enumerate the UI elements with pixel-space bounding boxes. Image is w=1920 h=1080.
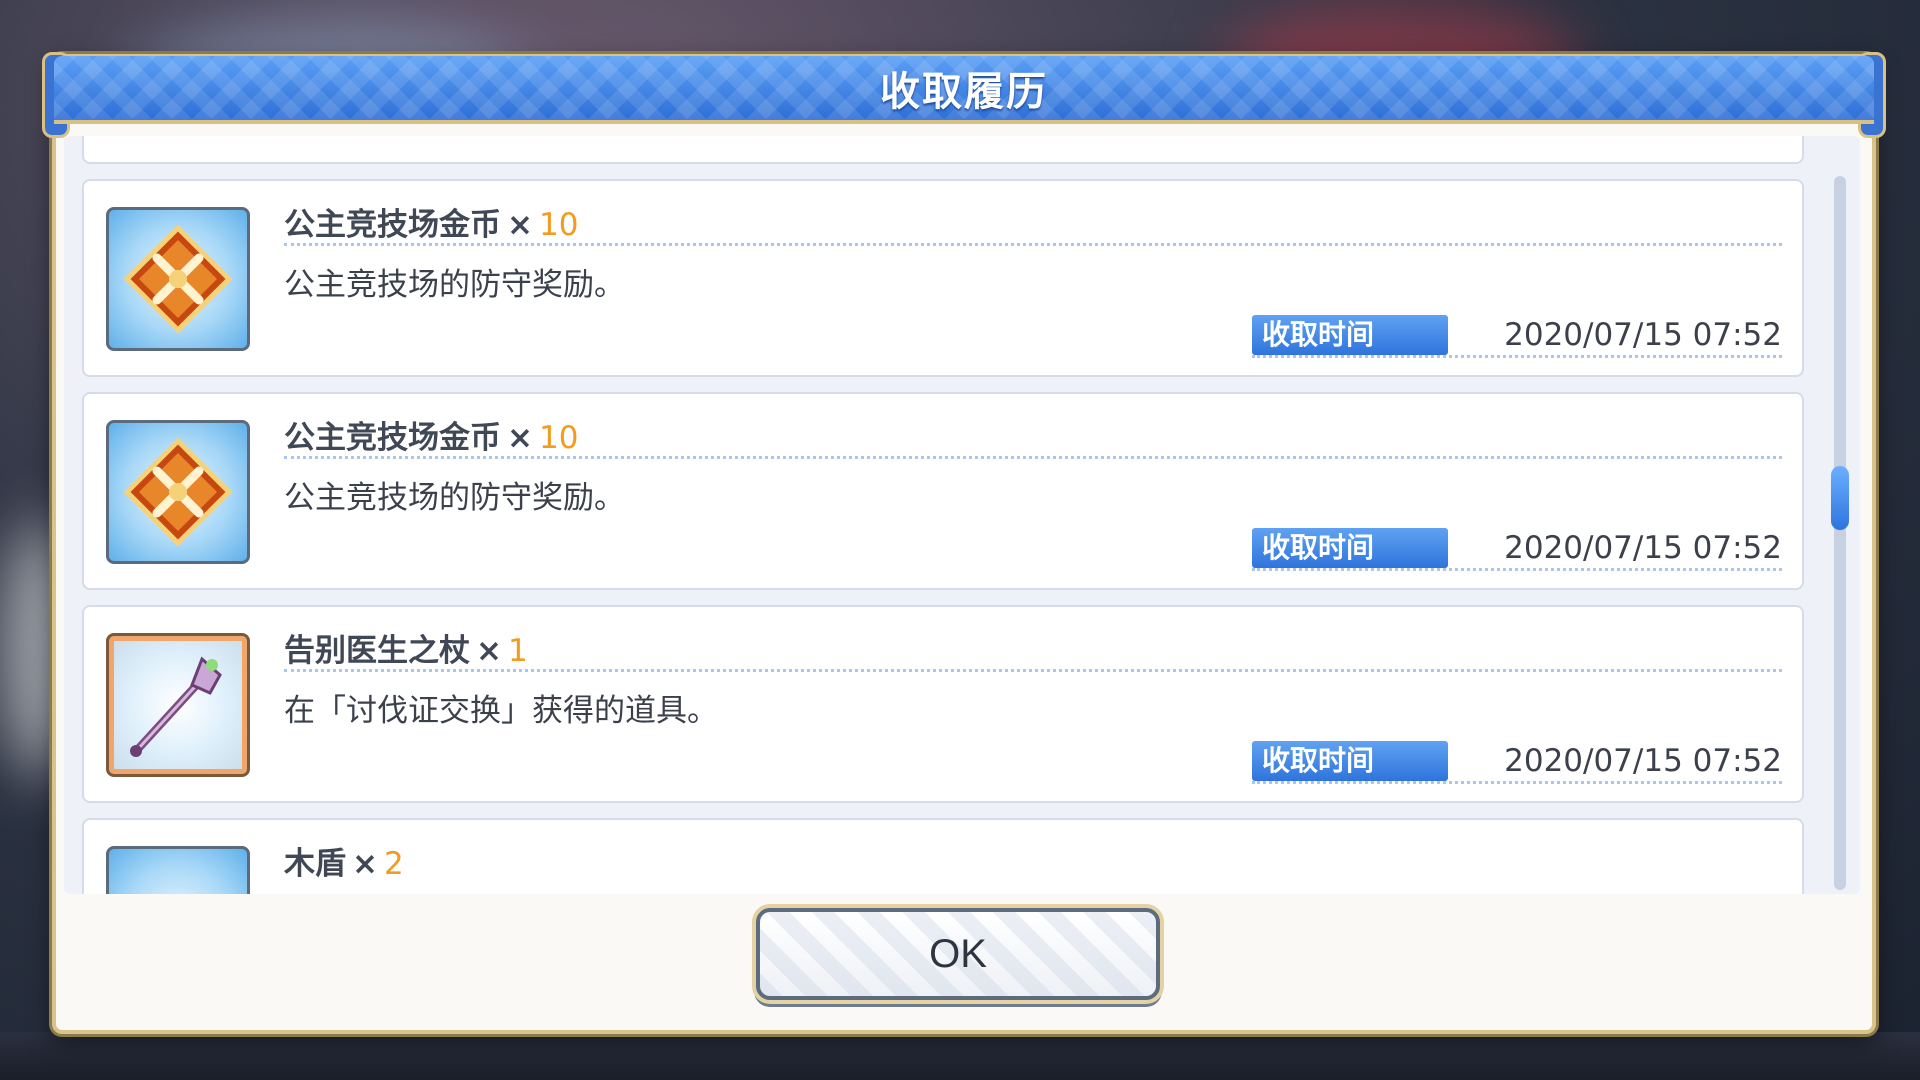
ok-button-label: OK (929, 931, 987, 976)
dialog-title: 收取履历 (880, 69, 1048, 115)
divider (284, 669, 1782, 672)
item-description: 公主竞技场的防守奖励。 (284, 267, 625, 303)
item-description: 在「讨伐证交换」获得的道具。 (284, 693, 718, 729)
list-item: 告别医生之杖 × 1 在「讨伐证交换」获得的道具。 收取时间 2020/07/15 … (82, 605, 1804, 803)
received-time-value: 2020/07/15 07:52 (1504, 317, 1782, 353)
item-quantity: 10 (538, 207, 579, 243)
scrollbar-thumb[interactable] (1831, 466, 1849, 530)
received-time-label: 收取时间 (1252, 528, 1448, 568)
item-description: 公主竞技场的防守奖励。 (284, 480, 625, 516)
received-time-row: 收取时间 2020/07/15 07:52 (1252, 315, 1782, 358)
received-time-value: 2020/07/15 07:52 (1504, 743, 1782, 779)
reception-history-dialog: 收取履历 公主竞技场金币 × 10 公主竞技场的防守奖励。 收取时间 2020/… (42, 52, 1886, 1034)
arena-coin-icon (106, 207, 250, 351)
item-quantity: 1 (507, 633, 528, 669)
divider (284, 456, 1782, 459)
item-title: 木盾 × 2 (284, 846, 404, 882)
item-title: 公主竞技场金币 × 10 (284, 207, 579, 243)
item-quantity: 2 (383, 846, 404, 882)
history-list[interactable]: 公主竞技场金币 × 10 公主竞技场的防守奖励。 收取时间 2020/07/15 0… (64, 136, 1860, 894)
arena-coin-icon (106, 420, 250, 564)
wooden-shield-icon (106, 846, 250, 894)
ok-button[interactable]: OK (756, 908, 1160, 1000)
list-item: 木盾 × 2 (82, 818, 1804, 894)
received-time-label: 收取时间 (1252, 741, 1448, 781)
item-title: 公主竞技场金币 × 10 (284, 420, 579, 456)
bottom-navigation-bar (0, 1032, 1920, 1080)
received-time-row: 收取时间 2020/07/15 07:52 (1252, 741, 1782, 784)
list-item: 公主竞技场金币 × 10 公主竞技场的防守奖励。 收取时间 2020/07/15 0… (82, 392, 1804, 590)
received-time-row: 收取时间 2020/07/15 07:52 (1252, 528, 1782, 571)
item-quantity: 10 (538, 420, 579, 456)
dialog-header: 收取履历 (54, 56, 1874, 124)
received-time-value: 2020/07/15 07:52 (1504, 530, 1782, 566)
staff-icon (106, 633, 250, 777)
item-title: 告别医生之杖 × 1 (284, 633, 528, 669)
list-item-partial-top (82, 136, 1804, 164)
scrollbar[interactable] (1831, 176, 1849, 890)
list-item: 公主竞技场金币 × 10 公主竞技场的防守奖励。 收取时间 2020/07/15 0… (82, 179, 1804, 377)
received-time-label: 收取时间 (1252, 315, 1448, 355)
divider (284, 243, 1782, 246)
